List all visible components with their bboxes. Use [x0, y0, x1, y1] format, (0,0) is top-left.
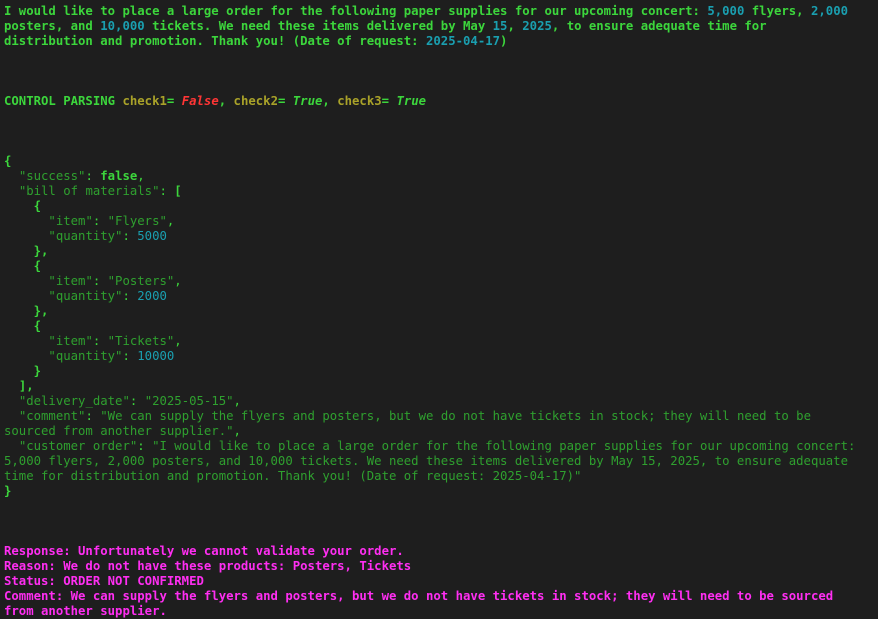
- request-number: 10,000: [100, 19, 145, 33]
- control-parsing-line: CONTROL PARSING check1= False, check2= T…: [4, 94, 427, 108]
- json-key-comment: "comment": [18, 409, 86, 423]
- response-line: Response: Unfortunately we cannot valida…: [4, 544, 404, 558]
- json-key-customer-order: "customer order": [18, 439, 138, 453]
- json-close-brace: }: [4, 484, 12, 498]
- json-value-item: "Tickets": [107, 334, 175, 348]
- reason-line: Reason: We do not have these products: P…: [4, 559, 412, 573]
- request-text-part: flyers,: [744, 4, 811, 18]
- comment-line: Comment: We can supply the flyers and po…: [4, 589, 834, 618]
- request-text-part: ,: [507, 19, 523, 33]
- request-text-part: posters, and: [4, 19, 93, 33]
- json-value-success: false: [100, 169, 138, 183]
- json-block: { "success": false, "bill of materials":…: [4, 154, 874, 499]
- json-value-comment: "We can supply the flyers and posters, b…: [4, 409, 811, 438]
- response-block: Response: Unfortunately we cannot valida…: [4, 544, 874, 619]
- json-key-bill-of-materials: "bill of materials": [18, 184, 160, 198]
- json-value-quantity: 5000: [137, 229, 167, 243]
- request-number: 5,000: [707, 4, 745, 18]
- request-text-part: tickets. We need these items delivered b…: [144, 19, 493, 33]
- json-key-quantity: "quantity": [48, 229, 123, 243]
- request-number: 2025-04-17: [426, 34, 501, 48]
- json-value-item: "Flyers": [107, 214, 167, 228]
- request-text: I would like to place a large order for …: [4, 4, 874, 49]
- control-parsing-label: CONTROL PARSING: [4, 94, 123, 108]
- request-number: 15: [492, 19, 508, 33]
- check3-name: check3: [337, 94, 382, 108]
- json-value-delivery-date: "2025-05-15": [144, 394, 234, 408]
- status-line: Status: ORDER NOT CONFIRMED: [4, 574, 204, 588]
- check3-value: True: [396, 94, 427, 108]
- json-value-quantity: 2000: [137, 289, 167, 303]
- check1-name: check1: [122, 94, 167, 108]
- check1-value: False: [181, 94, 219, 108]
- request-number: 2,000: [811, 4, 849, 18]
- json-key-quantity: "quantity": [48, 349, 123, 363]
- json-key-success: "success": [18, 169, 86, 183]
- json-value-item: "Posters": [107, 274, 175, 288]
- json-key-quantity: "quantity": [48, 289, 123, 303]
- request-text-part: I would like to place a large order for …: [4, 4, 708, 18]
- request-text-part: ): [500, 34, 508, 48]
- check2-value: True: [292, 94, 323, 108]
- json-key-item: "item": [48, 274, 93, 288]
- request-number: 2025: [522, 19, 552, 33]
- json-key-item: "item": [48, 214, 93, 228]
- json-value-quantity: 10000: [137, 349, 175, 363]
- json-key-item: "item": [48, 334, 93, 348]
- terminal-output: I would like to place a large order for …: [0, 0, 874, 619]
- check2-name: check2: [233, 94, 278, 108]
- json-open-brace: {: [4, 154, 12, 168]
- json-key-delivery-date: "delivery_date": [18, 394, 130, 408]
